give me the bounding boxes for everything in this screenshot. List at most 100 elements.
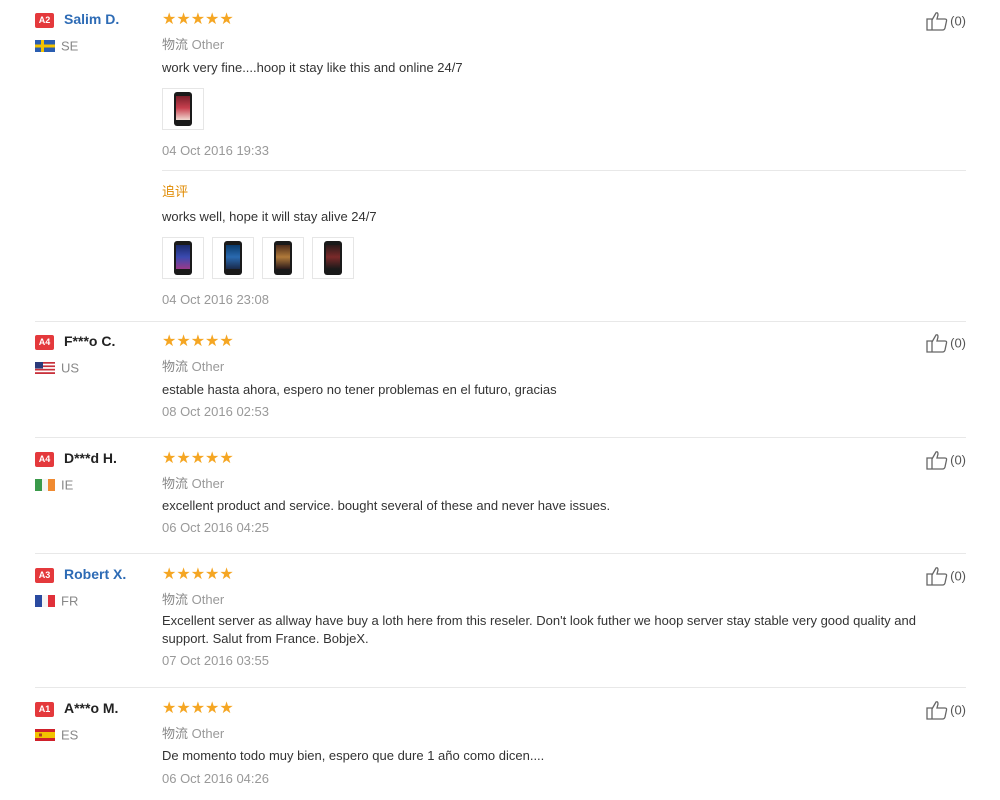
star-icon: ★ (190, 700, 206, 717)
thumbs-up-icon (926, 334, 948, 353)
logistics-label: 物流 (162, 726, 189, 741)
logistics-value: Other (191, 476, 225, 491)
helpful-count: (0) (950, 568, 966, 584)
logistics-info: 物流 Other (162, 589, 224, 608)
star-icon: ★ (219, 333, 234, 350)
buyer-level-badge: A3 (35, 568, 54, 583)
logistics-label: 物流 (162, 476, 189, 491)
star-icon: ★ (162, 566, 177, 583)
review-text: estable hasta ahora, espero no tener pro… (162, 382, 557, 397)
star-icon: ★ (190, 450, 206, 467)
thumbs-up-icon (926, 567, 948, 586)
review-text: De momento todo muy bien, espero que dur… (162, 748, 545, 763)
review-date: 06 Oct 2016 04:26 (162, 771, 269, 786)
logistics-info: 物流 Other (162, 34, 224, 53)
spain-flag-icon (35, 728, 55, 741)
followup-photo-thumbnail[interactable] (162, 237, 204, 279)
country-code: FR (61, 593, 79, 609)
star-rating: ★★★★★ (162, 333, 234, 351)
star-rating: ★★★★★ (162, 566, 234, 584)
helpful-button[interactable]: (0) (926, 450, 966, 470)
buyer-level-badge: A2 (35, 13, 54, 28)
usa-flag-icon (35, 361, 55, 374)
review-date: 04 Oct 2016 19:33 (162, 143, 269, 158)
review-text: excellent product and service. bought se… (162, 498, 611, 513)
buyer-level-badge: A4 (35, 452, 54, 467)
thumbs-up-icon (926, 12, 948, 31)
review-date: 08 Oct 2016 02:53 (162, 404, 269, 419)
reviewer-country: SE (35, 37, 78, 55)
buyer-level-badge: A1 (35, 702, 54, 717)
star-icon: ★ (162, 700, 177, 717)
review-item: A3 Robert X. FR ★★★★★ 物流 Other Excellent… (35, 566, 966, 688)
reviewer-country: US (35, 359, 79, 377)
helpful-button[interactable]: (0) (926, 700, 966, 720)
reviewer-name: D***d H. (64, 450, 117, 466)
star-icon: ★ (162, 11, 177, 28)
reviewer-country: FR (35, 592, 78, 610)
star-icon: ★ (162, 450, 177, 467)
followup-photo-thumbnail[interactable] (212, 237, 254, 279)
review-text: work very fine....hoop it stay like this… (162, 60, 463, 75)
star-icon: ★ (190, 11, 206, 28)
divider (162, 170, 966, 171)
review-item: A1 A***o M. ES ★★★★★ 物流 Other De momento… (35, 700, 966, 798)
review-date: 06 Oct 2016 04:25 (162, 520, 269, 535)
helpful-button[interactable]: (0) (926, 566, 966, 586)
star-icon: ★ (219, 700, 234, 717)
logistics-value: Other (191, 359, 225, 374)
helpful-button[interactable]: (0) (926, 11, 966, 31)
thumbs-up-icon (926, 451, 948, 470)
star-icon: ★ (190, 333, 206, 350)
helpful-count: (0) (950, 702, 966, 718)
helpful-button[interactable]: (0) (926, 333, 966, 353)
star-icon: ★ (205, 11, 220, 28)
followup-photo-thumbnail[interactable] (312, 237, 354, 279)
logistics-info: 物流 Other (162, 356, 224, 375)
review-item: A2 Salim D. SE ★★★★★ 物流 Other work very … (35, 11, 966, 322)
review-item: A4 D***d H. IE ★★★★★ 物流 Other excellent … (35, 450, 966, 554)
logistics-value: Other (191, 726, 225, 741)
star-icon: ★ (219, 11, 234, 28)
followup-text: works well, hope it will stay alive 24/7 (162, 209, 377, 224)
logistics-info: 物流 Other (162, 473, 224, 492)
star-icon: ★ (205, 450, 220, 467)
review-date: 07 Oct 2016 03:55 (162, 653, 269, 668)
star-icon: ★ (176, 333, 191, 350)
country-code: SE (61, 38, 79, 54)
star-icon: ★ (219, 566, 234, 583)
review-photos (162, 88, 212, 135)
star-icon: ★ (176, 450, 191, 467)
reviewer-name[interactable]: Salim D. (64, 11, 119, 27)
star-icon: ★ (176, 700, 191, 717)
sweden-flag-icon (35, 39, 55, 52)
logistics-label: 物流 (162, 592, 189, 607)
buyer-level-badge: A4 (35, 335, 54, 350)
star-icon: ★ (176, 566, 191, 583)
star-icon: ★ (176, 11, 191, 28)
star-rating: ★★★★★ (162, 700, 234, 718)
country-code: US (61, 360, 80, 376)
star-rating: ★★★★★ (162, 11, 234, 29)
star-icon: ★ (205, 333, 220, 350)
helpful-count: (0) (950, 335, 966, 351)
logistics-label: 物流 (162, 37, 189, 52)
helpful-count: (0) (950, 13, 966, 29)
country-code: ES (61, 727, 79, 743)
star-icon: ★ (190, 566, 206, 583)
star-icon: ★ (205, 700, 220, 717)
reviewer-country: ES (35, 726, 78, 744)
logistics-value: Other (191, 37, 225, 52)
logistics-info: 物流 Other (162, 723, 224, 742)
followup-photo-thumbnail[interactable] (262, 237, 304, 279)
reviewer-name[interactable]: Robert X. (64, 566, 126, 582)
helpful-count: (0) (950, 452, 966, 468)
star-icon: ★ (219, 450, 234, 467)
star-icon: ★ (205, 566, 220, 583)
followup-photos (162, 237, 362, 284)
logistics-value: Other (191, 592, 225, 607)
star-rating: ★★★★★ (162, 450, 234, 468)
country-code: IE (61, 477, 74, 493)
review-photo-thumbnail[interactable] (162, 88, 204, 130)
review-item: A4 F***o C. US ★★★★★ 物流 Other estable ha… (35, 333, 966, 438)
